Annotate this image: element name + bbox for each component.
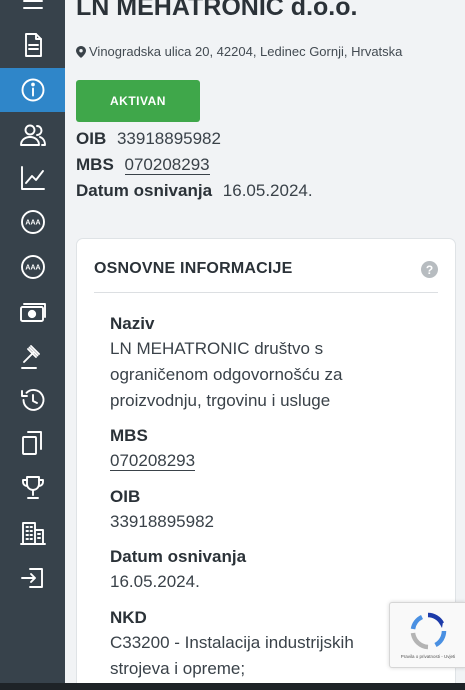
card-title: OSNOVNE INFORMACIJE <box>94 260 293 277</box>
sidebar-item-rating-2[interactable]: AAA <box>0 245 65 289</box>
bottom-bar <box>0 683 465 690</box>
oib-label: OIB <box>110 487 141 506</box>
sidebar-item-document[interactable] <box>0 23 65 67</box>
naziv-value: LN MEHATRONIC društvo s ograničenom odgo… <box>110 339 343 410</box>
naziv-label: Naziv <box>110 314 155 333</box>
copy-icon <box>21 431 42 455</box>
sign-in-icon <box>20 568 43 588</box>
main-content: LN MEHATRONIC d.o.o. Vinogradska ulica 2… <box>65 0 465 690</box>
recaptcha-icon <box>410 612 447 650</box>
sidebar: AAA AAA <box>0 0 65 690</box>
datum-label: Datum osnivanja <box>110 547 247 566</box>
mbs-line: MBS 070208293 <box>76 155 210 175</box>
sidebar-item-chart[interactable] <box>0 156 65 200</box>
oib-value: 33918895982 <box>110 512 215 531</box>
building-icon <box>19 522 46 545</box>
document-icon <box>24 33 42 57</box>
sidebar-item-copies[interactable] <box>0 421 65 465</box>
svg-text:AAA: AAA <box>25 265 40 272</box>
mbs-label: MBS <box>110 426 148 445</box>
nkd-value: C33200 - Instalacija industrijskih stroj… <box>110 633 354 678</box>
hamburger-icon <box>22 0 43 9</box>
divider <box>94 292 438 293</box>
help-icon[interactable]: ? <box>421 261 438 278</box>
history-icon <box>20 388 44 411</box>
sidebar-item-money[interactable] <box>0 290 65 334</box>
oib-label: OIB <box>76 129 107 148</box>
info-icon <box>21 78 44 102</box>
sidebar-item-history[interactable] <box>0 378 65 422</box>
company-name: LN MEHATRONIC d.o.o. <box>76 0 358 21</box>
line-chart-icon <box>20 166 45 190</box>
aaa-rating-icon: AAA <box>20 210 45 234</box>
nkd-label: NKD <box>110 608 147 627</box>
mbs-label: MBS <box>76 155 114 174</box>
company-address: Vinogradska ulica 20, 42204, Ledinec Gor… <box>76 44 402 59</box>
sidebar-item-people[interactable] <box>0 113 65 157</box>
founded-label: Datum osnivanja <box>76 181 213 200</box>
recaptcha-badge[interactable]: Pravila o privatnosti - Uvjeti <box>389 602 465 668</box>
people-icon <box>19 124 46 146</box>
recaptcha-text[interactable]: Pravila o privatnosti - Uvjeti <box>392 654 464 659</box>
oib-line: OIB 33918895982 <box>76 129 221 149</box>
oib-value: 33918895982 <box>116 129 221 148</box>
mbs-value: 070208293 <box>110 448 400 474</box>
founded-line: Datum osnivanja 16.05.2024. <box>76 181 313 201</box>
gavel-icon <box>20 345 40 369</box>
sidebar-item-rating-1[interactable]: AAA <box>0 200 65 244</box>
founded-value: 16.05.2024. <box>222 181 313 200</box>
mbs-link[interactable]: 070208293 <box>124 155 210 175</box>
datum-value: 16.05.2024. <box>110 572 200 591</box>
sidebar-item-companies[interactable] <box>0 511 65 555</box>
trophy-icon <box>21 476 44 499</box>
sidebar-item-login[interactable] <box>0 556 65 600</box>
map-marker-icon <box>76 45 86 58</box>
svg-text:AAA: AAA <box>25 220 40 227</box>
sidebar-item-legal[interactable] <box>0 335 65 379</box>
aaa-rating-icon: AAA <box>20 255 45 279</box>
mbs-card-link[interactable]: 070208293 <box>110 451 196 471</box>
sidebar-item-awards[interactable] <box>0 465 65 509</box>
sidebar-item-info[interactable] <box>0 68 65 112</box>
money-icon <box>19 303 46 322</box>
status-badge[interactable]: AKTIVAN <box>76 80 200 122</box>
address-text: Vinogradska ulica 20, 42204, Ledinec Gor… <box>89 44 403 59</box>
